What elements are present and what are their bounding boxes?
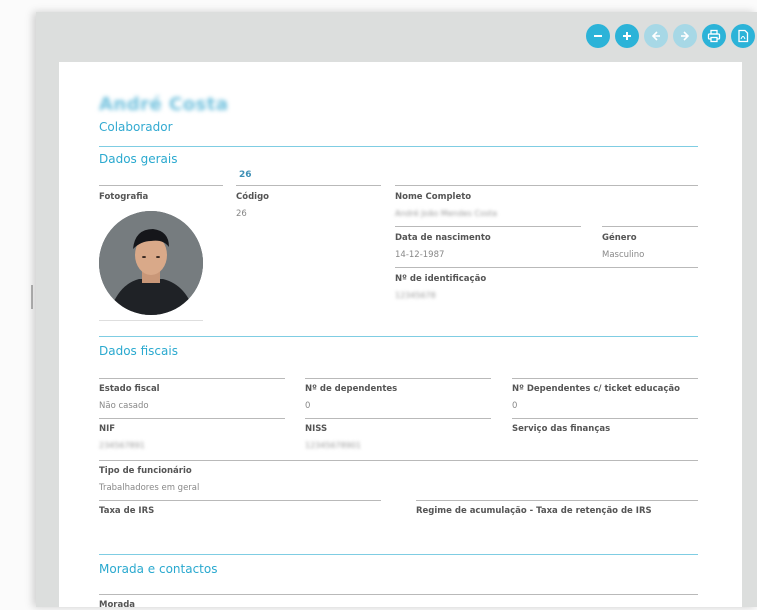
field-divider <box>395 185 698 186</box>
field-divider <box>99 185 223 186</box>
niss-value: 12345678901 <box>305 441 361 450</box>
codigo-value: 26 <box>236 209 247 219</box>
next-page-button[interactable] <box>673 24 697 48</box>
pdf-icon <box>738 29 749 43</box>
section-divider <box>99 554 698 555</box>
identificacao-label: Nº de identificação <box>395 274 487 284</box>
field-divider <box>99 500 381 501</box>
field-divider <box>512 418 698 419</box>
section-title-morada: Morada e contactos <box>99 562 218 576</box>
fotografia-label: Fotografia <box>99 192 149 202</box>
field-divider <box>395 226 581 227</box>
section-title-dados-fiscais: Dados fiscais <box>99 344 178 358</box>
data-nascimento-value: 14-12-1987 <box>395 250 445 260</box>
taxa-irs-label: Taxa de IRS <box>99 506 155 516</box>
previous-page-button[interactable] <box>644 24 668 48</box>
nome-completo-value: André João Mendes Costa <box>395 209 498 218</box>
person-photo-image <box>99 211 203 315</box>
field-divider <box>305 418 491 419</box>
zoom-in-button[interactable] <box>615 24 639 48</box>
panel-resize-handle[interactable] <box>31 285 33 309</box>
document-page: André Costa Colaborador Dados gerais 26 … <box>59 62 742 610</box>
nif-value: 234567891 <box>99 441 145 450</box>
codigo-header-value: 26 <box>239 170 252 180</box>
dependentes-ticket-value: 0 <box>512 401 518 411</box>
field-divider <box>305 378 491 379</box>
tipo-funcionario-label: Tipo de funcionário <box>99 466 192 476</box>
employee-name: André Costa <box>99 94 229 115</box>
print-icon <box>707 29 721 43</box>
print-button[interactable] <box>702 24 726 48</box>
field-divider <box>236 185 381 186</box>
previous-icon <box>651 31 660 41</box>
viewer-toolbar <box>586 24 755 48</box>
employee-role: Colaborador <box>99 120 173 134</box>
zoom-out-button[interactable] <box>586 24 610 48</box>
section-title-dados-gerais: Dados gerais <box>99 152 178 166</box>
regime-acumulacao-label: Regime de acumulação - Taxa de retenção … <box>416 506 652 516</box>
tipo-funcionario-value: Trabalhadores em geral <box>99 483 200 493</box>
field-divider <box>602 226 698 227</box>
field-divider <box>512 378 698 379</box>
zoom-in-icon <box>623 32 631 40</box>
identificacao-value: 12345678 <box>395 291 436 300</box>
section-divider <box>99 146 698 147</box>
section-divider <box>99 336 698 337</box>
morada-label: Morada <box>99 600 136 610</box>
field-divider <box>395 267 698 268</box>
genero-label: Género <box>602 233 637 243</box>
field-divider <box>99 418 285 419</box>
estado-fiscal-value: Não casado <box>99 401 149 411</box>
dependentes-ticket-label: Nº Dependentes c/ ticket educação <box>512 384 680 394</box>
pdf-export-button[interactable] <box>731 24 755 48</box>
genero-value: Masculino <box>602 250 645 260</box>
codigo-label: Código <box>236 192 269 202</box>
field-divider <box>99 378 285 379</box>
estado-fiscal-label: Estado fiscal <box>99 384 160 394</box>
field-divider <box>416 500 698 501</box>
niss-label: NISS <box>305 424 328 434</box>
nif-label: NIF <box>99 424 116 434</box>
field-divider <box>99 594 698 595</box>
dependentes-value: 0 <box>305 401 311 411</box>
zoom-out-icon <box>594 35 602 37</box>
photo-divider <box>99 320 203 321</box>
servico-financas-label: Serviço das finanças <box>512 424 611 434</box>
employee-photo <box>99 211 203 315</box>
dependentes-label: Nº de dependentes <box>305 384 398 394</box>
nome-completo-label: Nome Completo <box>395 192 472 202</box>
data-nascimento-label: Data de nascimento <box>395 233 491 243</box>
field-divider <box>99 460 698 461</box>
next-icon <box>681 31 690 41</box>
